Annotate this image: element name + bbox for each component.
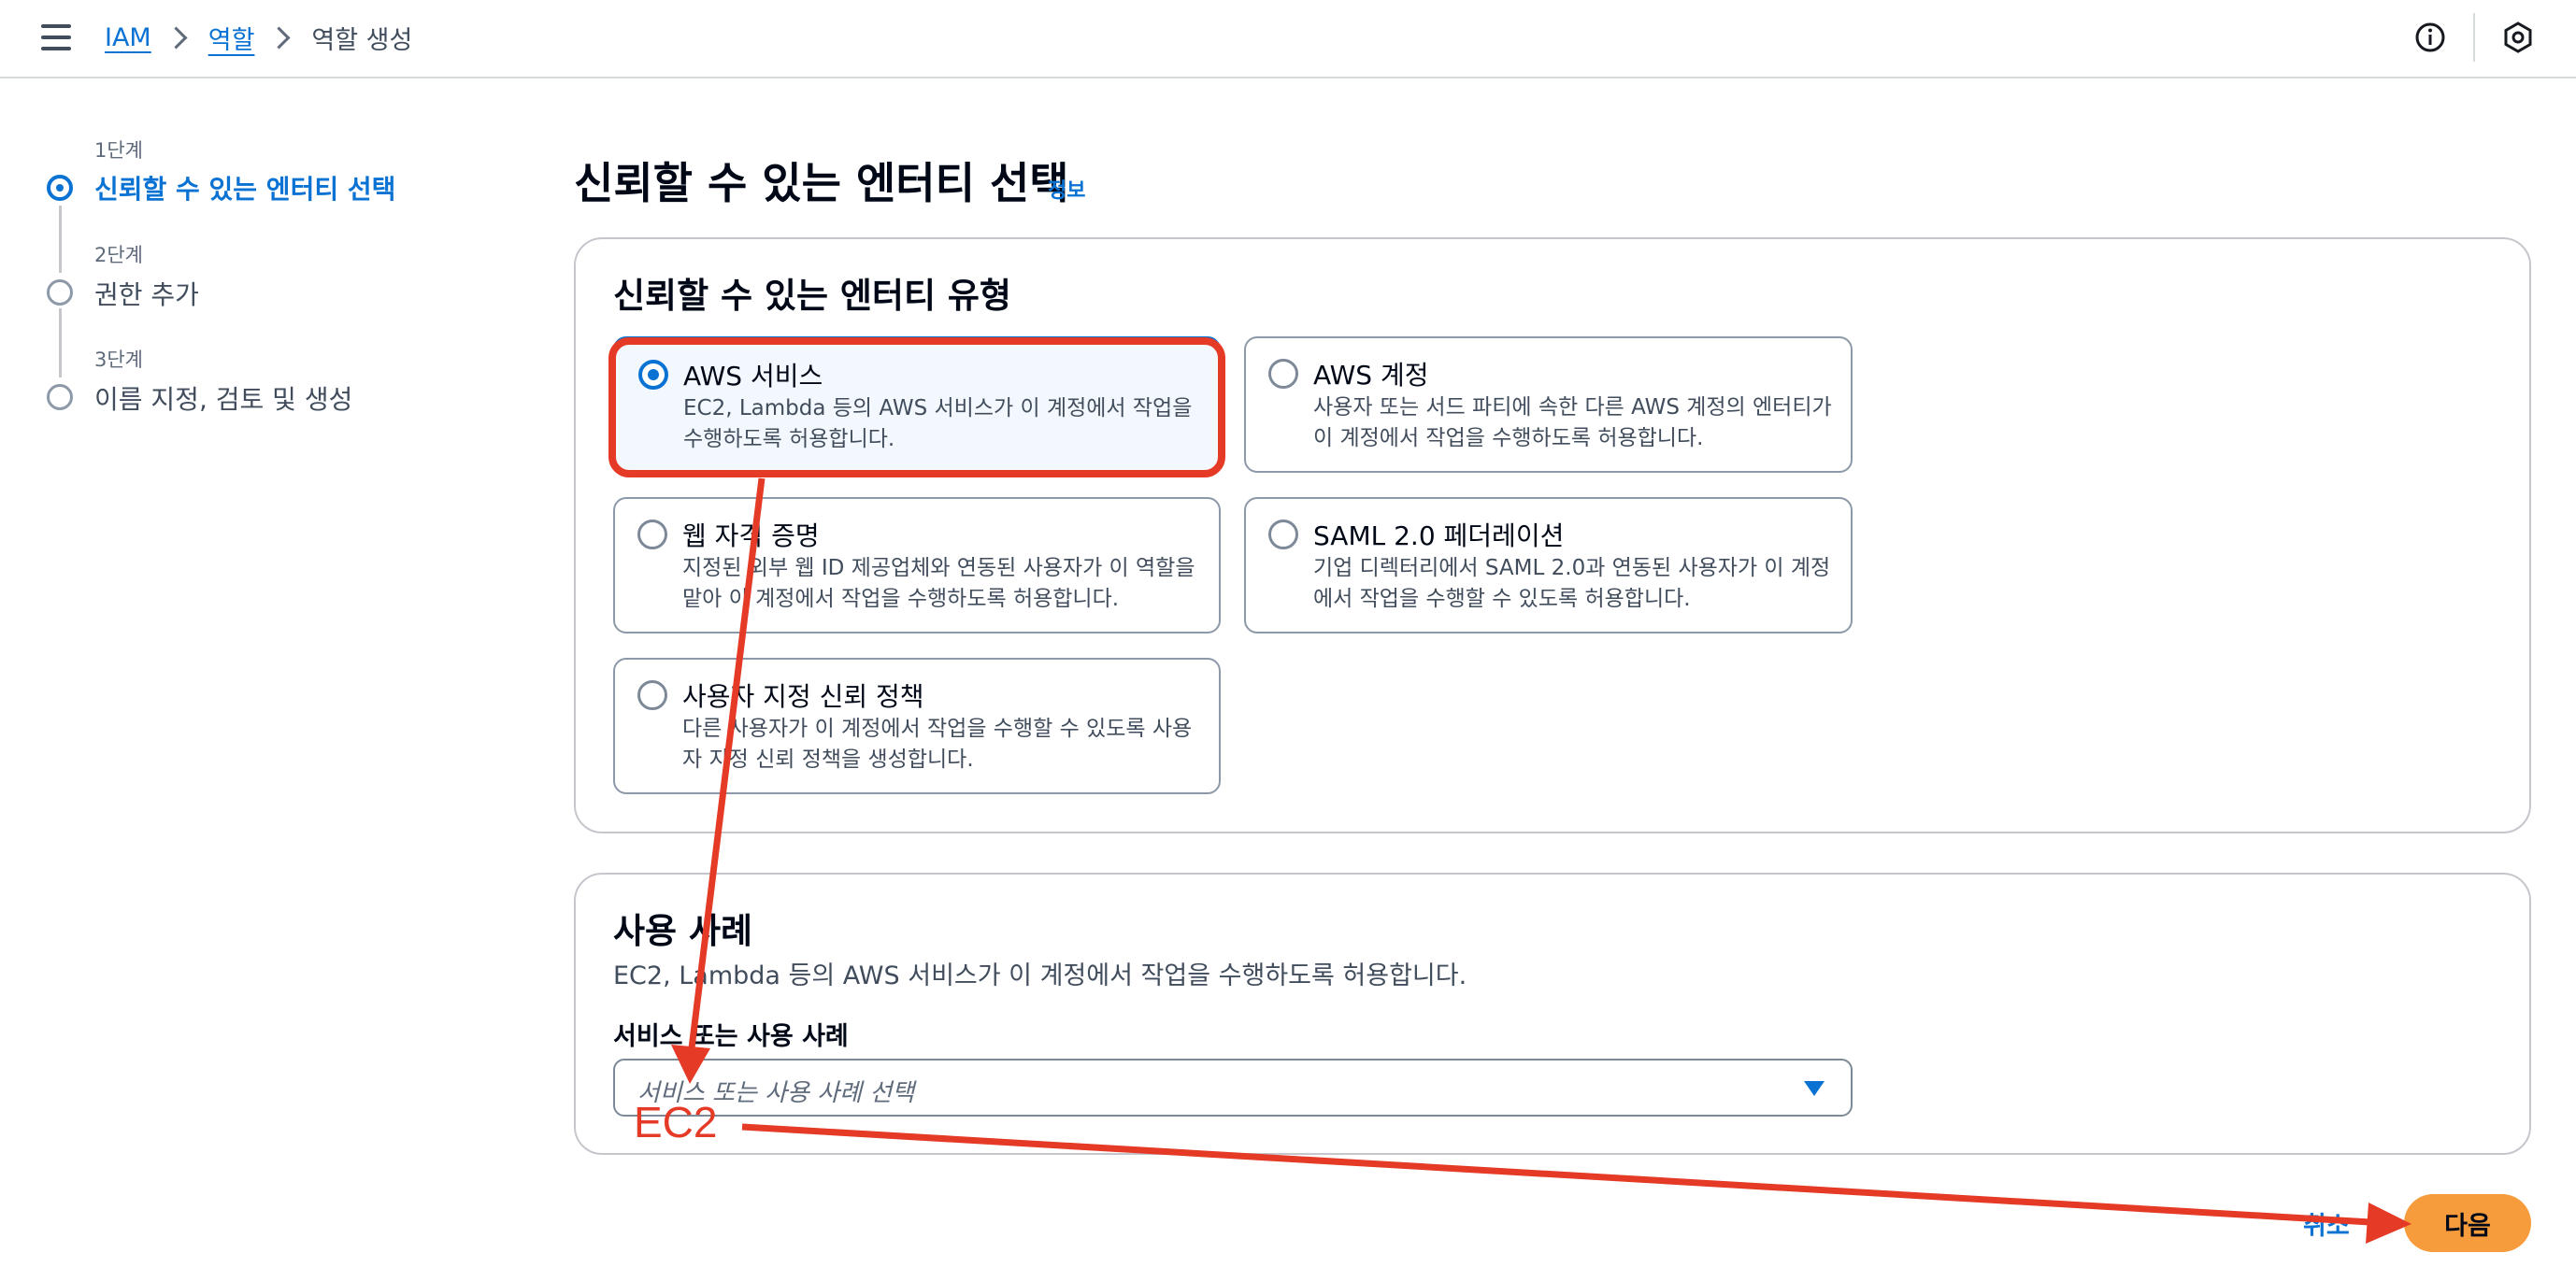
step-3-number: 3단계 <box>94 349 144 371</box>
entity-type-title: 신뢰할 수 있는 엔터티 유형 <box>613 276 1011 316</box>
chevron-right-icon <box>267 25 291 50</box>
info-link[interactable]: 정보 <box>1048 174 1085 204</box>
tile-web-identity[interactable]: 웹 자격 증명 지정된 외부 웹 ID 제공업체와 연동된 사용자가 이 역할을… <box>613 497 1221 634</box>
page-title: 신뢰할 수 있는 엔터티 선택 <box>574 158 1069 208</box>
radio-button[interactable] <box>637 520 667 549</box>
step-2-title: 권한 추가 <box>94 279 199 310</box>
tile-description-line: 사용자 또는 서드 파티에 속한 다른 AWS 계정의 엔터티가 <box>1313 395 1832 420</box>
service-field-label: 서비스 또는 사용 사례 <box>613 1022 849 1051</box>
annotation-label: EC2 <box>634 1098 718 1146</box>
radio-button[interactable] <box>1268 359 1298 389</box>
tile-description-line: 지정된 외부 웹 ID 제공업체와 연동된 사용자가 이 역할을 <box>682 556 1195 580</box>
tile-description-line: 에서 작업을 수행할 수 있도록 허용합니다. <box>1313 587 1691 611</box>
use-case-description: EC2, Lambda 등의 AWS 서비스가 이 계정에서 작업을 수행하도록… <box>613 961 1467 990</box>
tile-description-line: 이 계정에서 작업을 수행하도록 허용합니다. <box>1313 426 1704 450</box>
step-1-indicator <box>47 175 73 201</box>
tile-title: SAML 2.0 페더레이션 <box>1313 520 1565 551</box>
annotation-highlight-box <box>608 337 1225 477</box>
tile-description: 사용자 또는 서드 파티에 속한 다른 AWS 계정의 엔터티가 이 계정에서 … <box>1313 392 1832 454</box>
caret-down-icon <box>1804 1081 1825 1096</box>
tile-description-line: 자 지정 신뢰 정책을 생성합니다. <box>682 747 974 772</box>
top-navigation-bar: IAM 역할 역할 생성 <box>0 0 2576 78</box>
step-connector <box>59 206 62 273</box>
menu-icon[interactable] <box>41 24 71 50</box>
chevron-right-icon <box>165 25 188 50</box>
step-2-number: 2단계 <box>94 244 144 266</box>
next-button[interactable]: 다음 <box>2404 1194 2531 1252</box>
tile-description-line: 맡아 이 계정에서 작업을 수행하도록 허용합니다. <box>682 587 1120 611</box>
tile-title: AWS 계정 <box>1313 360 1429 391</box>
tile-description: 지정된 외부 웹 ID 제공업체와 연동된 사용자가 이 역할을 맡아 이 계정… <box>682 553 1200 615</box>
step-2-indicator <box>47 279 73 306</box>
tile-description: 다른 사용자가 이 계정에서 작업을 수행할 수 있도록 사용 자 지정 신뢰 … <box>682 714 1200 776</box>
feedback-icon[interactable] <box>2501 21 2535 54</box>
tile-description-line: 다른 사용자가 이 계정에서 작업을 수행할 수 있도록 사용 <box>682 717 1193 741</box>
radio-button[interactable] <box>1268 520 1298 549</box>
tile-title: 사용자 지정 신뢰 정책 <box>682 681 924 712</box>
use-case-title: 사용 사례 <box>613 911 753 951</box>
breadcrumb-current: 역할 생성 <box>311 25 413 55</box>
step-3-title: 이름 지정, 검토 및 생성 <box>94 384 353 415</box>
cancel-button[interactable]: 취소 <box>2303 1205 2350 1242</box>
service-use-case-select[interactable]: 서비스 또는 사용 사례 선택 <box>613 1059 1853 1117</box>
breadcrumb-roles-link[interactable]: 역할 <box>208 20 255 56</box>
step-1-title: 신뢰할 수 있는 엔터티 선택 <box>94 174 396 205</box>
breadcrumb: IAM 역할 역할 생성 <box>105 19 412 56</box>
tile-description: 기업 디렉터리에서 SAML 2.0과 연동된 사용자가 이 계정 에서 작업을… <box>1313 553 1832 615</box>
divider <box>2473 13 2475 62</box>
step-3-indicator <box>47 384 73 410</box>
step-1-number: 1단계 <box>94 139 144 162</box>
tile-custom-trust-policy[interactable]: 사용자 지정 신뢰 정책 다른 사용자가 이 계정에서 작업을 수행할 수 있도… <box>613 658 1221 794</box>
tile-aws-account[interactable]: AWS 계정 사용자 또는 서드 파티에 속한 다른 AWS 계정의 엔터티가 … <box>1244 336 1853 473</box>
step-connector <box>59 308 62 377</box>
radio-button[interactable] <box>637 680 667 710</box>
tile-description-line: 기업 디렉터리에서 SAML 2.0과 연동된 사용자가 이 계정 <box>1313 556 1831 580</box>
breadcrumb-iam-link[interactable]: IAM <box>105 23 151 52</box>
tile-saml-federation[interactable]: SAML 2.0 페더레이션 기업 디렉터리에서 SAML 2.0과 연동된 사… <box>1244 497 1853 634</box>
info-icon[interactable] <box>2413 21 2447 54</box>
tile-title: 웹 자격 증명 <box>682 520 820 551</box>
